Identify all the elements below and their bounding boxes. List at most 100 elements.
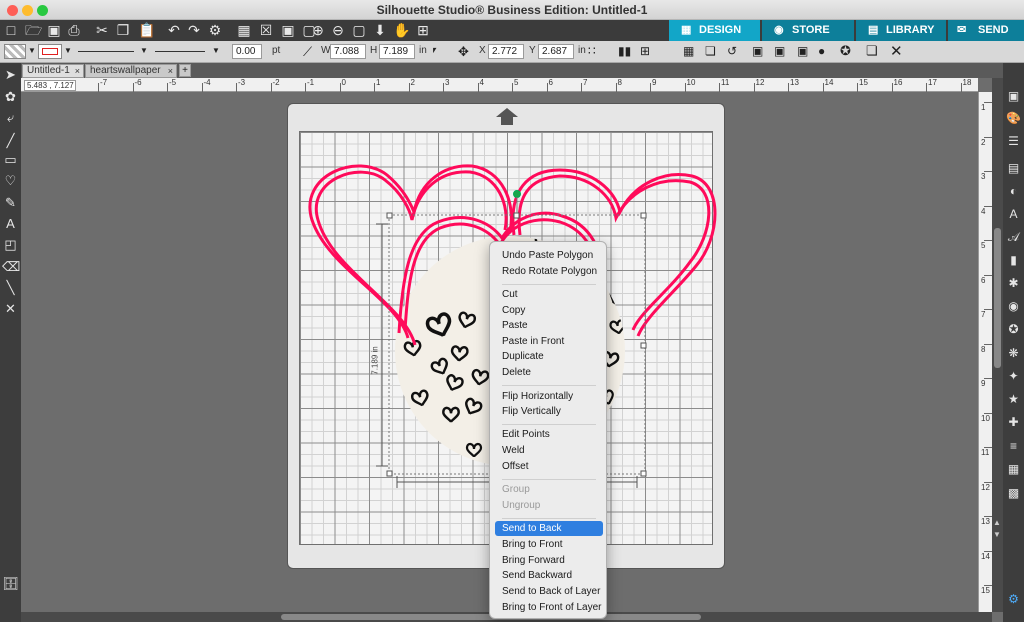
lasso-tool-icon[interactable]: ⤶: [2, 109, 19, 126]
menu-item-offset[interactable]: Offset: [495, 459, 603, 474]
line-tool-icon[interactable]: ╱: [2, 132, 19, 149]
knife-tool-icon[interactable]: ╲: [2, 279, 19, 296]
width-input[interactable]: 7.088: [330, 44, 366, 59]
zoom-window-button[interactable]: [37, 5, 48, 16]
tab-heartswallpaper[interactable]: heartswallpaper ×: [85, 64, 177, 78]
text-panel-icon[interactable]: A: [1005, 206, 1022, 223]
modify-panel-icon[interactable]: ✪: [1005, 321, 1022, 338]
scroll-thumb[interactable]: [994, 228, 1001, 368]
line-end-selector[interactable]: [155, 51, 205, 52]
close-tab-icon[interactable]: ×: [168, 65, 173, 77]
align-icon[interactable]: ▮▮: [618, 44, 631, 58]
open-folder-icon[interactable]: 🗁: [25, 22, 42, 38]
nesting-panel-icon[interactable]: ◉: [1005, 298, 1022, 315]
menu-item-delete[interactable]: Delete: [495, 365, 603, 380]
layers-panel-icon[interactable]: ≡: [1005, 438, 1022, 455]
select-all-icon[interactable]: ▣: [280, 22, 296, 38]
trace-icon[interactable]: ⚙: [207, 22, 223, 38]
undo-icon[interactable]: ↶: [166, 22, 182, 38]
replicate-icon[interactable]: ▦: [683, 44, 694, 58]
center-icon[interactable]: ⊞: [640, 44, 650, 58]
line-end-dropdown-icon[interactable]: ▼: [212, 46, 220, 55]
page-setup-icon[interactable]: ▣: [1005, 88, 1022, 105]
lock-aspect-icon[interactable]: ⎖: [430, 44, 439, 57]
settings-gear-icon[interactable]: ⚙: [1005, 591, 1022, 608]
weld-icon[interactable]: ▣: [774, 44, 785, 58]
menu-item-copy[interactable]: Copy: [495, 303, 603, 318]
fit-page-icon[interactable]: ⊞: [415, 22, 431, 38]
menu-item-undo-paste-polygon[interactable]: Undo Paste Polygon: [495, 248, 603, 263]
paste-icon[interactable]: 📋: [138, 22, 155, 38]
fill-color-icon[interactable]: 🎨: [1005, 110, 1022, 127]
eyedropper-tool-icon[interactable]: ✕: [2, 300, 19, 317]
redo-icon[interactable]: ↷: [186, 22, 202, 38]
scroll-down-icon[interactable]: ▼: [993, 530, 1001, 539]
move-icon[interactable]: ✥: [458, 44, 469, 60]
menu-item-edit-points[interactable]: Edit Points: [495, 427, 603, 442]
library-panel-icon[interactable]: ▩: [1005, 485, 1022, 502]
fill-tool-icon[interactable]: ◰: [2, 236, 19, 253]
eraser-tool-icon[interactable]: ⌫: [2, 258, 20, 275]
ungroup-icon[interactable]: ☒: [258, 22, 274, 38]
x-position-input[interactable]: 2.772: [488, 44, 524, 59]
zoom-in-icon[interactable]: ⊕: [310, 22, 326, 38]
menu-item-send-backward[interactable]: Send Backward: [495, 568, 603, 583]
tab-store[interactable]: ◉ STORE: [762, 20, 854, 41]
transform-icon[interactable]: ↺: [727, 44, 737, 58]
print-cut-icon[interactable]: ▦: [1005, 461, 1022, 478]
cut-icon[interactable]: ✂: [94, 22, 110, 38]
line-color-dropdown-icon[interactable]: ▼: [64, 46, 72, 55]
nest-icon[interactable]: ❏: [705, 44, 716, 58]
menu-item-bring-to-front-of-layer[interactable]: Bring to Front of Layer: [495, 600, 603, 615]
zoom-out-icon[interactable]: ⊖: [330, 22, 346, 38]
copy-icon[interactable]: ❐: [115, 22, 131, 38]
menu-item-paste-in-front[interactable]: Paste in Front: [495, 334, 603, 349]
group-icon[interactable]: ▦: [236, 22, 252, 38]
fill-panel-icon[interactable]: ◐: [1005, 183, 1022, 200]
line-style-selector[interactable]: [78, 51, 134, 52]
position-grid-icon[interactable]: ∷: [588, 44, 596, 58]
line-tool-icon[interactable]: ⟋: [303, 44, 312, 60]
zoom-box-icon[interactable]: ▢: [351, 22, 367, 38]
y-position-input[interactable]: 2.687: [538, 44, 574, 59]
hand-pan-icon[interactable]: ✋: [393, 22, 410, 38]
line-style-icon[interactable]: ☰: [1005, 133, 1022, 150]
line-color-swatch[interactable]: [38, 44, 62, 59]
tab-untitled-1[interactable]: Untitled-1 ×: [22, 64, 84, 78]
rectangle-tool-icon[interactable]: ▭: [2, 151, 19, 168]
tab-library[interactable]: ▤ LIBRARY: [856, 20, 946, 41]
shapes-icon[interactable]: ●: [818, 44, 825, 58]
puzzle-panel-icon[interactable]: ✚: [1005, 414, 1022, 431]
point-edit-tool-icon[interactable]: ✿: [2, 88, 19, 105]
menu-item-send-to-back-of-layer[interactable]: Send to Back of Layer: [495, 584, 603, 599]
menu-item-bring-to-front[interactable]: Bring to Front: [495, 537, 603, 552]
height-input[interactable]: 7.189: [379, 44, 415, 59]
line-style-dropdown-icon[interactable]: ▼: [140, 46, 148, 55]
text-style-icon[interactable]: 𝒜: [1005, 229, 1022, 246]
modify-icon[interactable]: ▣: [752, 44, 763, 58]
tab-design[interactable]: ▦ DESIGN: [669, 20, 760, 41]
trace-panel-icon[interactable]: ✦: [1005, 368, 1022, 385]
star-icon[interactable]: ✪: [840, 43, 851, 59]
heart-shape-icon[interactable]: ♡: [2, 172, 19, 189]
close-window-button[interactable]: [7, 5, 18, 16]
menu-item-weld[interactable]: Weld: [495, 443, 603, 458]
menu-item-flip-vertically[interactable]: Flip Vertically: [495, 404, 603, 419]
menu-item-bring-forward[interactable]: Bring Forward: [495, 553, 603, 568]
align-panel-icon[interactable]: ▮: [1005, 252, 1022, 269]
fill-dropdown-icon[interactable]: ▼: [28, 46, 36, 55]
print-icon[interactable]: ⎙: [66, 22, 82, 38]
offset-panel-icon[interactable]: ❋: [1005, 345, 1022, 362]
tab-send[interactable]: ✉ SEND: [948, 20, 1024, 41]
close-panel-icon[interactable]: ✕: [890, 42, 903, 60]
sketch-panel-icon[interactable]: ★: [1005, 391, 1022, 408]
library-drawer-icon[interactable]: 🗄: [2, 575, 19, 592]
3d-box-icon[interactable]: ❏: [866, 43, 878, 59]
menu-item-cut[interactable]: Cut: [495, 287, 603, 302]
minimize-window-button[interactable]: [22, 5, 33, 16]
text-tool-icon[interactable]: A: [2, 215, 19, 232]
menu-item-duplicate[interactable]: Duplicate: [495, 349, 603, 364]
menu-item-paste[interactable]: Paste: [495, 318, 603, 333]
pencil-tool-icon[interactable]: ✎: [2, 194, 19, 211]
menu-item-flip-horizontally[interactable]: Flip Horizontally: [495, 389, 603, 404]
